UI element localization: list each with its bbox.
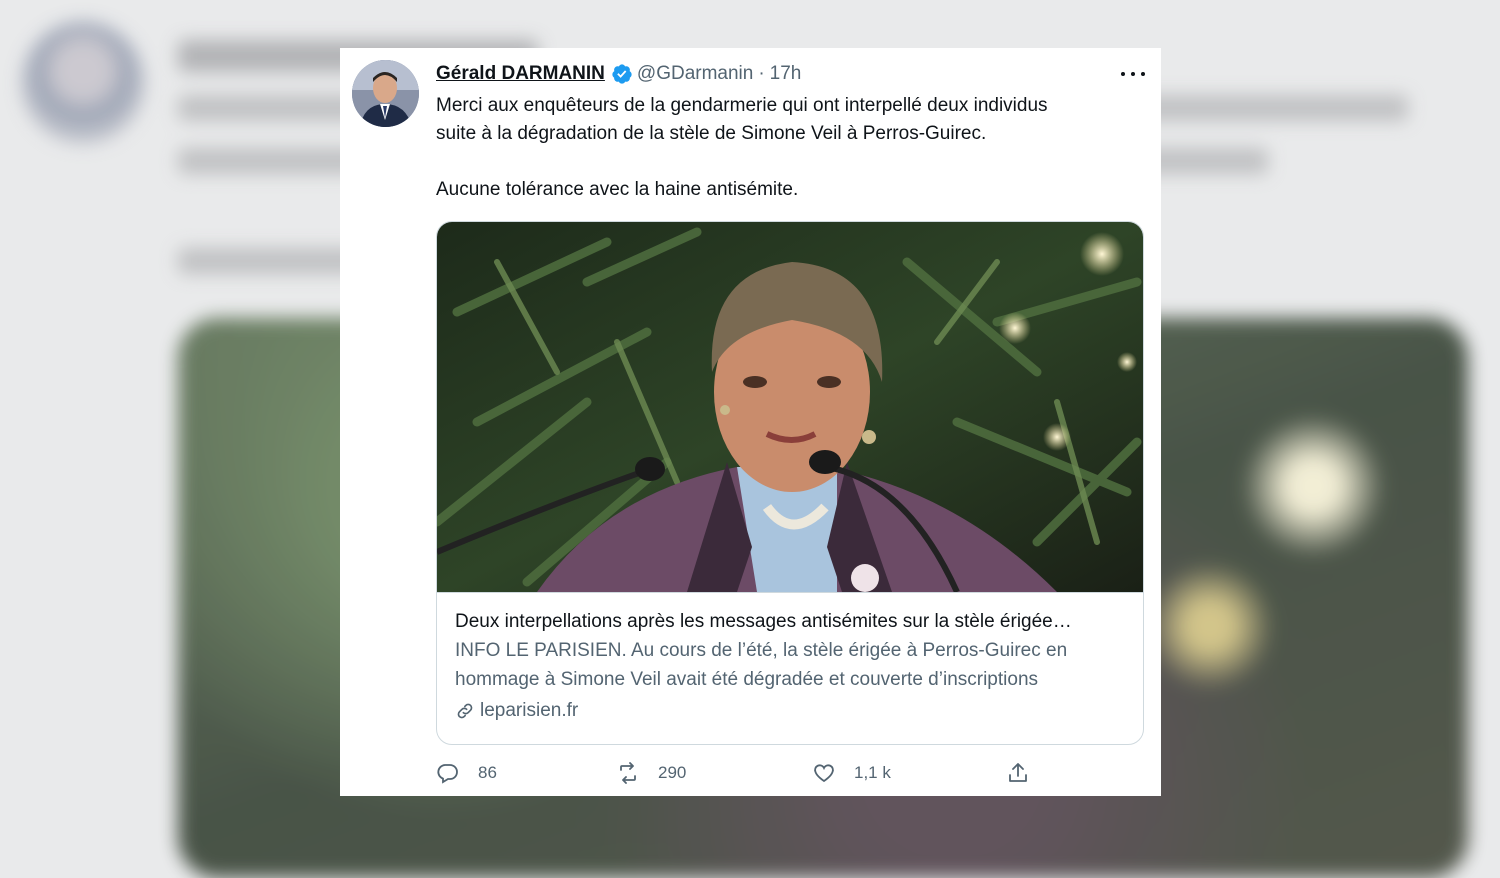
reply-icon — [437, 764, 458, 784]
avatar[interactable] — [352, 60, 419, 127]
author-name[interactable]: Gérald DARMANIN — [436, 63, 605, 85]
verified-badge-icon — [612, 64, 632, 84]
tweet-card: Gérald DARMANIN @GDarmanin · 17h Merci a… — [340, 48, 1161, 796]
blurred-avatar — [22, 22, 144, 144]
link-preview-title: Deux interpellations après les messages … — [455, 611, 1072, 632]
tweet-text-line: Aucune tolérance avec la haine antisémit… — [436, 179, 799, 200]
retweet-icon — [620, 762, 636, 784]
share-icon — [1009, 763, 1027, 782]
link-domain-text: leparisien.fr — [480, 700, 579, 721]
link-preview-description: INFO LE PARISIEN. Au cours de l’été, la … — [455, 640, 1068, 661]
share-button[interactable] — [1006, 761, 1048, 785]
link-preview-description: hommage à Simone Veil avait été dégradée… — [455, 669, 1039, 690]
tweet-text: Merci aux enquêteurs de la gendarmerie q… — [436, 92, 1136, 204]
tweet-header: Gérald DARMANIN @GDarmanin · 17h — [436, 62, 801, 86]
link-preview-card[interactable]: Deux interpellations après les messages … — [436, 221, 1144, 745]
like-count: 1,1 k — [854, 763, 891, 782]
retweet-count: 290 — [658, 763, 687, 782]
separator-dot: · — [758, 63, 765, 84]
tweet-text-line: Merci aux enquêteurs de la gendarmerie q… — [436, 95, 1048, 116]
tweet-timestamp[interactable]: 17h — [770, 63, 802, 85]
link-preview-domain: leparisien.fr — [455, 696, 1125, 725]
more-options-icon[interactable] — [1121, 64, 1145, 84]
author-handle[interactable]: @GDarmanin — [637, 63, 753, 85]
like-button[interactable]: 1,1 k — [812, 761, 891, 785]
like-icon — [814, 764, 834, 783]
reply-button[interactable]: 86 — [436, 761, 497, 785]
link-preview-body: Deux interpellations après les messages … — [437, 593, 1143, 725]
link-icon — [457, 703, 473, 718]
tweet-text-line: suite à la dégradation de la stèle de Si… — [436, 123, 987, 144]
tweet-actions: 86 290 1,1 k — [436, 761, 1076, 791]
reply-count: 86 — [478, 763, 497, 782]
link-preview-image — [437, 222, 1143, 593]
retweet-button[interactable]: 290 — [616, 761, 686, 785]
